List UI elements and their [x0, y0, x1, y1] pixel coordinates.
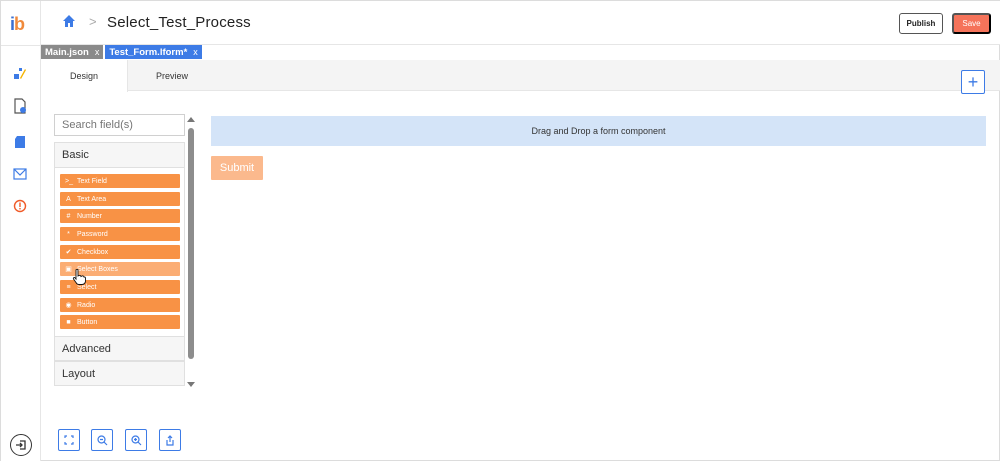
close-icon[interactable]: x — [193, 47, 198, 57]
form-dropzone[interactable]: Drag and Drop a form component — [211, 116, 986, 146]
scroll-thumb[interactable] — [188, 128, 194, 359]
zoom-in-icon[interactable] — [125, 429, 147, 451]
tab-design[interactable]: Design — [41, 60, 128, 92]
file-tab-test-form[interactable]: Test_Form.lform* x — [105, 45, 202, 59]
close-icon[interactable]: x — [95, 47, 100, 57]
file-tab-label: Main.json — [45, 46, 89, 58]
file-tab-main-json[interactable]: Main.json x — [41, 45, 104, 59]
component-checkbox[interactable]: ✔ Checkbox — [60, 245, 180, 259]
radio-icon: ◉ — [65, 302, 72, 309]
component-label: Radio — [77, 301, 96, 309]
component-text-area[interactable]: A Text Area — [60, 192, 180, 206]
component-label: Text Area — [77, 195, 107, 203]
group-layout[interactable]: Layout — [54, 361, 185, 386]
publish-button[interactable]: Publish — [899, 13, 943, 34]
home-icon[interactable] — [62, 14, 78, 30]
alert-icon[interactable] — [12, 198, 28, 214]
file-settings-icon[interactable] — [12, 98, 28, 114]
component-label: Number — [77, 212, 102, 220]
group-advanced[interactable]: Advanced — [54, 336, 185, 361]
fit-screen-icon[interactable] — [58, 429, 80, 451]
component-label: Button — [77, 318, 98, 326]
sd-card-icon[interactable] — [12, 134, 28, 150]
left-rail: ib — [1, 1, 41, 461]
header-bar: > Select_Test_Process Publish Save — [41, 1, 1000, 45]
checkbox-icon: ✔ — [65, 249, 72, 256]
process-icon[interactable] — [12, 65, 28, 81]
palette-scrollbar[interactable] — [187, 117, 195, 387]
file-tab-label: Test_Form.lform* — [109, 46, 188, 58]
page-title: Select_Test_Process — [107, 14, 251, 31]
app-window: ib > Select_Test_Process Publish Save Ma… — [0, 0, 1000, 461]
file-tabs: Main.json x Test_Form.lform* x — [41, 45, 204, 59]
stop-icon: ■ — [66, 318, 71, 326]
component-label: Checkbox — [77, 248, 109, 256]
scroll-up-arrow-icon[interactable] — [187, 117, 195, 122]
component-label: Text Field — [77, 177, 107, 185]
component-palette: Basic >_ Text Field A Text Area # Number * P… — [54, 114, 185, 390]
rail-divider — [1, 45, 41, 46]
basic-components: >_ Text Field A Text Area # Number * Passwor… — [54, 168, 185, 336]
component-button[interactable]: ■ Button — [60, 315, 180, 329]
submit-button[interactable]: Submit — [211, 156, 263, 180]
group-basic[interactable]: Basic — [54, 142, 185, 168]
app-logo[interactable]: ib — [10, 14, 32, 34]
search-input[interactable] — [54, 114, 185, 136]
tab-preview[interactable]: Preview — [128, 60, 216, 91]
component-text-field[interactable]: >_ Text Field — [60, 174, 180, 188]
breadcrumb-separator: > — [89, 14, 97, 29]
component-password[interactable]: * Password — [60, 227, 180, 241]
component-number[interactable]: # Number — [60, 209, 180, 223]
hand-pointer-icon — [72, 268, 86, 285]
hash-icon: # — [66, 212, 71, 220]
list-icon: ≡ — [66, 283, 71, 291]
view-tabs: Design Preview + — [41, 60, 1000, 94]
mail-icon[interactable] — [12, 166, 28, 182]
scroll-down-arrow-icon[interactable] — [187, 382, 195, 387]
asterisk-icon: * — [67, 230, 70, 238]
export-icon[interactable] — [159, 429, 181, 451]
font-icon: A — [66, 195, 71, 203]
add-button[interactable]: + — [961, 70, 985, 94]
zoom-out-icon[interactable] — [91, 429, 113, 451]
logout-icon[interactable] — [10, 434, 32, 456]
terminal-icon: >_ — [65, 177, 73, 185]
save-button[interactable]: Save — [952, 13, 991, 34]
component-label: Password — [77, 230, 108, 238]
plus-square-icon: ▣ — [65, 266, 72, 273]
component-radio[interactable]: ◉ Radio — [60, 298, 180, 312]
